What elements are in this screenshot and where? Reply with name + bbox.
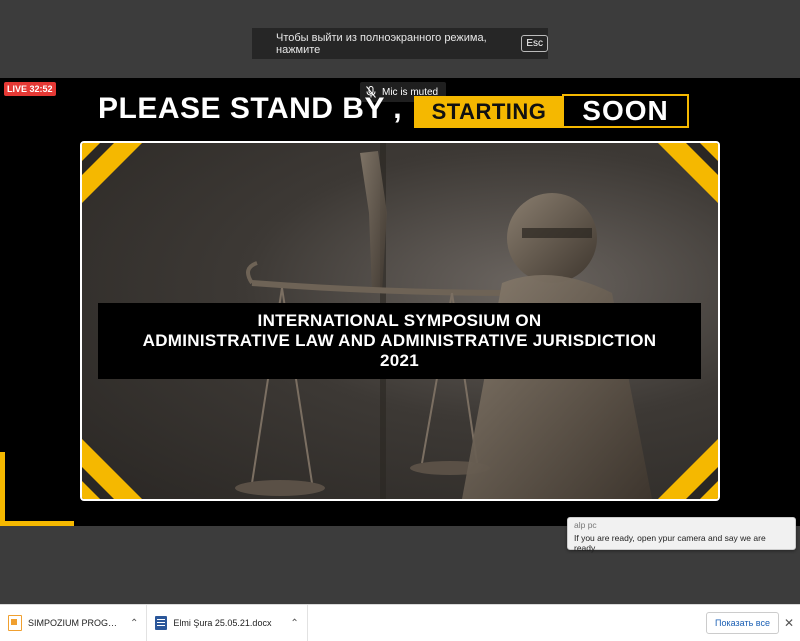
fullscreen-banner-text: Чтобы выйти из полноэкранного режима, на… [276,31,487,56]
headline-soon: SOON [562,94,689,128]
chevron-up-icon[interactable]: ⌃ [130,618,138,629]
chat-notification[interactable]: alp pc If you are ready, open ypur camer… [567,517,796,553]
word-file-icon [155,616,168,630]
video-stream[interactable]: LIVE 32:52 Mic is muted PLEASE STAND BY … [0,78,800,526]
corner-accent [0,452,74,526]
pdf-file-icon [8,615,22,631]
live-badge: LIVE 32:52 [4,82,56,96]
download-filename: SIMPOZIUM PROG....pdf [28,618,118,628]
video-frame: INTERNATIONAL SYMPOSIUM ON ADMINISTRATIV… [80,141,720,501]
event-title-line-1: INTERNATIONAL SYMPOSIUM ON [257,311,542,330]
event-title-line-3: 2021 [379,351,420,370]
headline-please-stand-by: PLEASE STAND BY , [98,92,403,125]
chat-message: If you are ready, open ypur camera and s… [574,533,766,553]
download-item[interactable]: Elmi Şura 25.05.21.docx ⌃ [147,605,308,641]
event-title-box: INTERNATIONAL SYMPOSIUM ON ADMINISTRATIV… [98,303,701,379]
close-icon[interactable]: ✕ [784,616,794,630]
downloads-bar: SIMPOZIUM PROG....pdf ⌃ Elmi Şura 25.05.… [0,604,800,641]
event-title-line-2: ADMINISTRATIVE LAW AND ADMINISTRATIVE JU… [142,331,657,350]
download-item[interactable]: SIMPOZIUM PROG....pdf ⌃ [0,605,148,641]
headline-starting: STARTING [414,96,564,128]
show-all-downloads-button[interactable]: Показать все [706,612,779,634]
fullscreen-exit-banner: Чтобы выйти из полноэкранного режима, на… [252,28,548,59]
chat-author: alp pc [574,520,597,530]
chevron-up-icon[interactable]: ⌃ [290,618,298,629]
download-filename: Elmi Şura 25.05.21.docx [173,618,272,628]
esc-key-hint: Esc [521,35,548,52]
